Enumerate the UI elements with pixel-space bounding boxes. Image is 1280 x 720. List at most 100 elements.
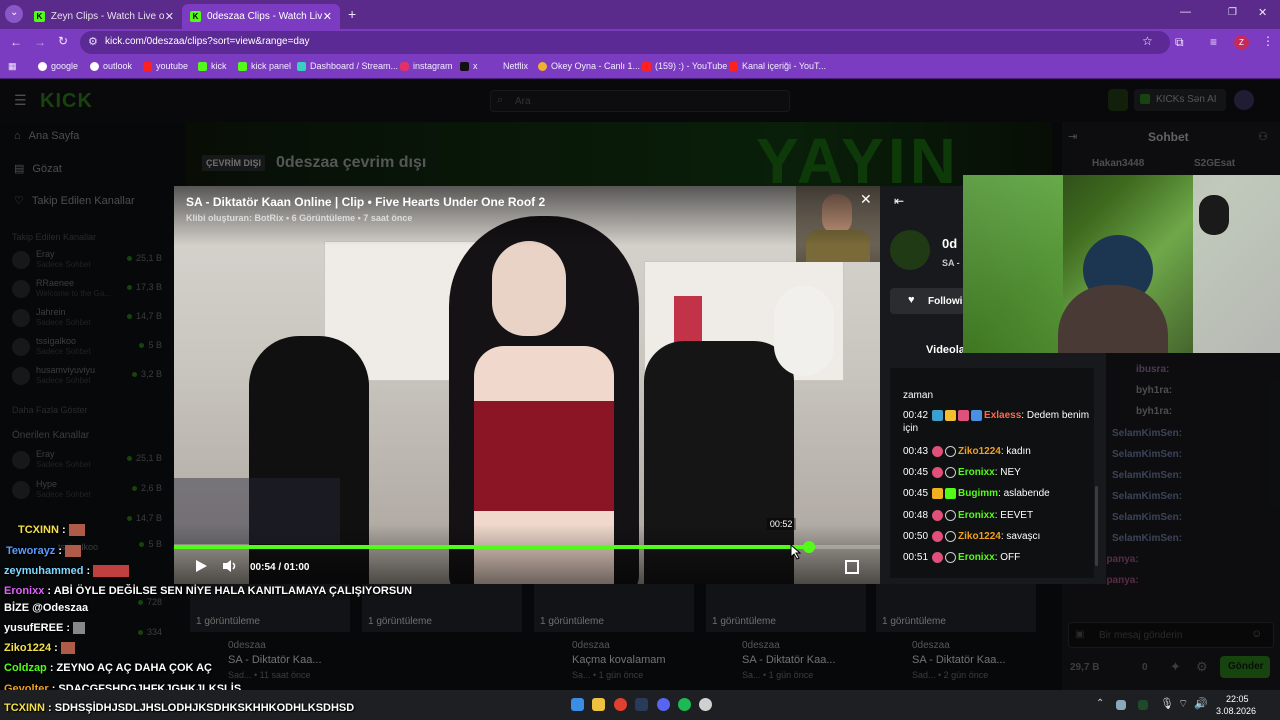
bookmarks-bar: ▦ google outlook youtube kick kick panel… (0, 56, 1280, 79)
chat-username[interactable]: Bugimm (958, 488, 998, 499)
kick-tray-icon[interactable] (1138, 700, 1148, 710)
clip-progress-bar[interactable] (174, 541, 880, 553)
forward-icon[interactable]: → (34, 35, 46, 49)
collapse-panel-icon[interactable]: ⇤ (894, 194, 904, 208)
channel-avatar[interactable] (890, 230, 930, 270)
overlay-chat-line: zeymuhammed : (4, 565, 130, 578)
clip-chat-message: 00:45 Eronixx: NEY (903, 466, 1021, 478)
microphone-icon[interactable]: 🎙 (1160, 697, 1174, 710)
channel-name[interactable]: 0d (942, 236, 957, 251)
clip-time: 00:54 / 01:00 (250, 562, 310, 573)
menu-kebab-icon[interactable]: ⋮ (1262, 34, 1274, 48)
bookmark-dashboard[interactable]: Dashboard / Stream... (297, 61, 398, 71)
verified-badge-icon (971, 409, 983, 421)
clock-time[interactable]: 22:05 (1226, 694, 1249, 704)
url-text: kick.com/0deszaa/clips?sort=view&range=d… (105, 36, 310, 47)
chat-username[interactable]: Ziko1224 (958, 446, 1001, 457)
window-close-icon[interactable]: ✕ (1258, 6, 1267, 19)
new-tab-button[interactable]: + (348, 6, 356, 22)
close-modal-icon[interactable]: ✕ (860, 191, 872, 208)
clip-title: SA - Diktatör Kaan Online | Clip • Five … (186, 195, 546, 209)
chat-username[interactable]: Exlaess (984, 410, 1021, 421)
wifi-icon[interactable]: ⌔ (1178, 697, 1188, 711)
chat-username[interactable]: Eronixx (958, 510, 995, 521)
close-tab-icon[interactable]: ✕ (165, 10, 174, 23)
bookmark-x[interactable]: x (460, 61, 478, 71)
heart-icon: ♥ (908, 294, 915, 306)
webcam-light (963, 175, 1063, 353)
sub-badge-icon (932, 530, 944, 542)
reload-icon[interactable]: ↻ (58, 34, 68, 48)
obs-icon[interactable] (699, 698, 712, 711)
clip-chat-message: 00:42 Exlaess: Dedem benim için (903, 409, 1090, 434)
crown-badge-icon (932, 487, 944, 499)
close-tab-icon[interactable]: ✕ (323, 10, 332, 23)
address-bar[interactable]: ⚙ kick.com/0deszaa/clips?sort=view&range… (80, 31, 1170, 54)
bookmark-kick[interactable]: kick (198, 61, 227, 71)
minimize-icon[interactable]: — (1180, 6, 1191, 18)
bookmark-kanal-icerigi[interactable]: Kanal içeriği - YouT... (729, 61, 826, 71)
apps-grid-icon[interactable]: ▦ (8, 61, 17, 72)
sword-badge-icon (945, 445, 957, 457)
fullscreen-icon[interactable] (845, 560, 859, 574)
bookmark-kick-panel[interactable]: kick panel (238, 61, 291, 71)
speaker-icon[interactable]: 🔊 (1194, 697, 1208, 710)
sub-badge-icon (932, 551, 944, 563)
media-control-icon[interactable]: ≡ (1210, 35, 1217, 49)
tab-search-button[interactable]: ⌄ (5, 5, 23, 23)
mouse-cursor-icon (790, 544, 802, 560)
gift-badge-icon (958, 409, 970, 421)
bookmark-outlook[interactable]: outlook (90, 61, 132, 71)
chrome-icon[interactable] (614, 698, 627, 711)
tray-chevron-icon[interactable]: ⌃ (1096, 698, 1104, 709)
kick-icon (198, 61, 207, 71)
overlay-chat-line: BİZE @Odeszaa (4, 602, 89, 614)
youtube-icon (642, 61, 651, 71)
play-icon[interactable] (194, 559, 208, 573)
clock-date[interactable]: 3.08.2026 (1216, 706, 1256, 716)
bookmark-youtube[interactable]: youtube (143, 61, 188, 71)
discord-icon[interactable] (657, 698, 670, 711)
person-red-top (474, 401, 614, 511)
emote-icon (60, 642, 75, 655)
clip-chat-message: 00:50 Ziko1224: savaşcı (903, 530, 1041, 542)
tab-zeyn-clips[interactable]: K Zeyn Clips - Watch Live on Kick ✕ (26, 4, 182, 29)
bookmark-youtube-159[interactable]: (159) :) - YouTube (642, 61, 727, 71)
extensions-icon[interactable]: ⧉ (1175, 35, 1184, 50)
kick-favicon-icon: K (34, 11, 45, 22)
bookmark-star-icon[interactable]: ☆ (1142, 34, 1153, 48)
chat-username[interactable]: Eronixx (958, 467, 995, 478)
sword-badge-icon (945, 509, 957, 521)
chat-username[interactable]: Ziko1224 (958, 531, 1001, 542)
bookmark-google[interactable]: google (38, 61, 78, 71)
bookmark-okey[interactable]: Okey Oyna - Canlı 1... (538, 61, 640, 71)
instagram-icon (400, 61, 409, 71)
clip-chat-message: 00:51 Eronixx: OFF (903, 551, 1021, 563)
steam-icon[interactable] (635, 698, 648, 711)
sub-badge-icon (932, 445, 944, 457)
sub-badge-icon (932, 409, 944, 421)
overlay-chat-line: TCXINN : (18, 524, 85, 537)
emote-icon (65, 545, 82, 558)
clip-meta: Klibi oluşturan: BotRix • 6 Görüntüleme … (186, 213, 413, 223)
streamer-webcam-overlay (963, 175, 1280, 353)
site-info-icon[interactable]: ⚙ (88, 35, 98, 48)
file-explorer-icon[interactable] (592, 698, 605, 711)
bookmark-netflix[interactable]: Netflix (490, 61, 528, 71)
clip-chat-message: 00:48 Eronixx: EEVET (903, 509, 1034, 521)
clip-chat-message: 00:43 Ziko1224: kadın (903, 445, 1031, 457)
chat-username[interactable]: Eronixx (958, 552, 995, 563)
profile-avatar[interactable]: Z (1234, 35, 1249, 50)
bookmark-instagram[interactable]: instagram (400, 61, 453, 71)
sword-badge-icon (945, 466, 957, 478)
spotify-icon[interactable] (678, 698, 691, 711)
video-embedded-chat (174, 478, 340, 544)
clip-video-player[interactable]: SA - Diktatör Kaan Online | Clip • Five … (174, 186, 880, 584)
start-icon[interactable] (571, 698, 584, 711)
steam-tray-icon[interactable] (1116, 700, 1126, 710)
volume-icon[interactable] (222, 559, 238, 573)
sword-badge-icon (945, 530, 957, 542)
tab-0deszaa-clips[interactable]: K 0deszaa Clips - Watch Live on K ✕ (182, 4, 340, 29)
restore-icon[interactable]: ❐ (1228, 7, 1237, 18)
back-icon[interactable]: ← (10, 35, 22, 49)
